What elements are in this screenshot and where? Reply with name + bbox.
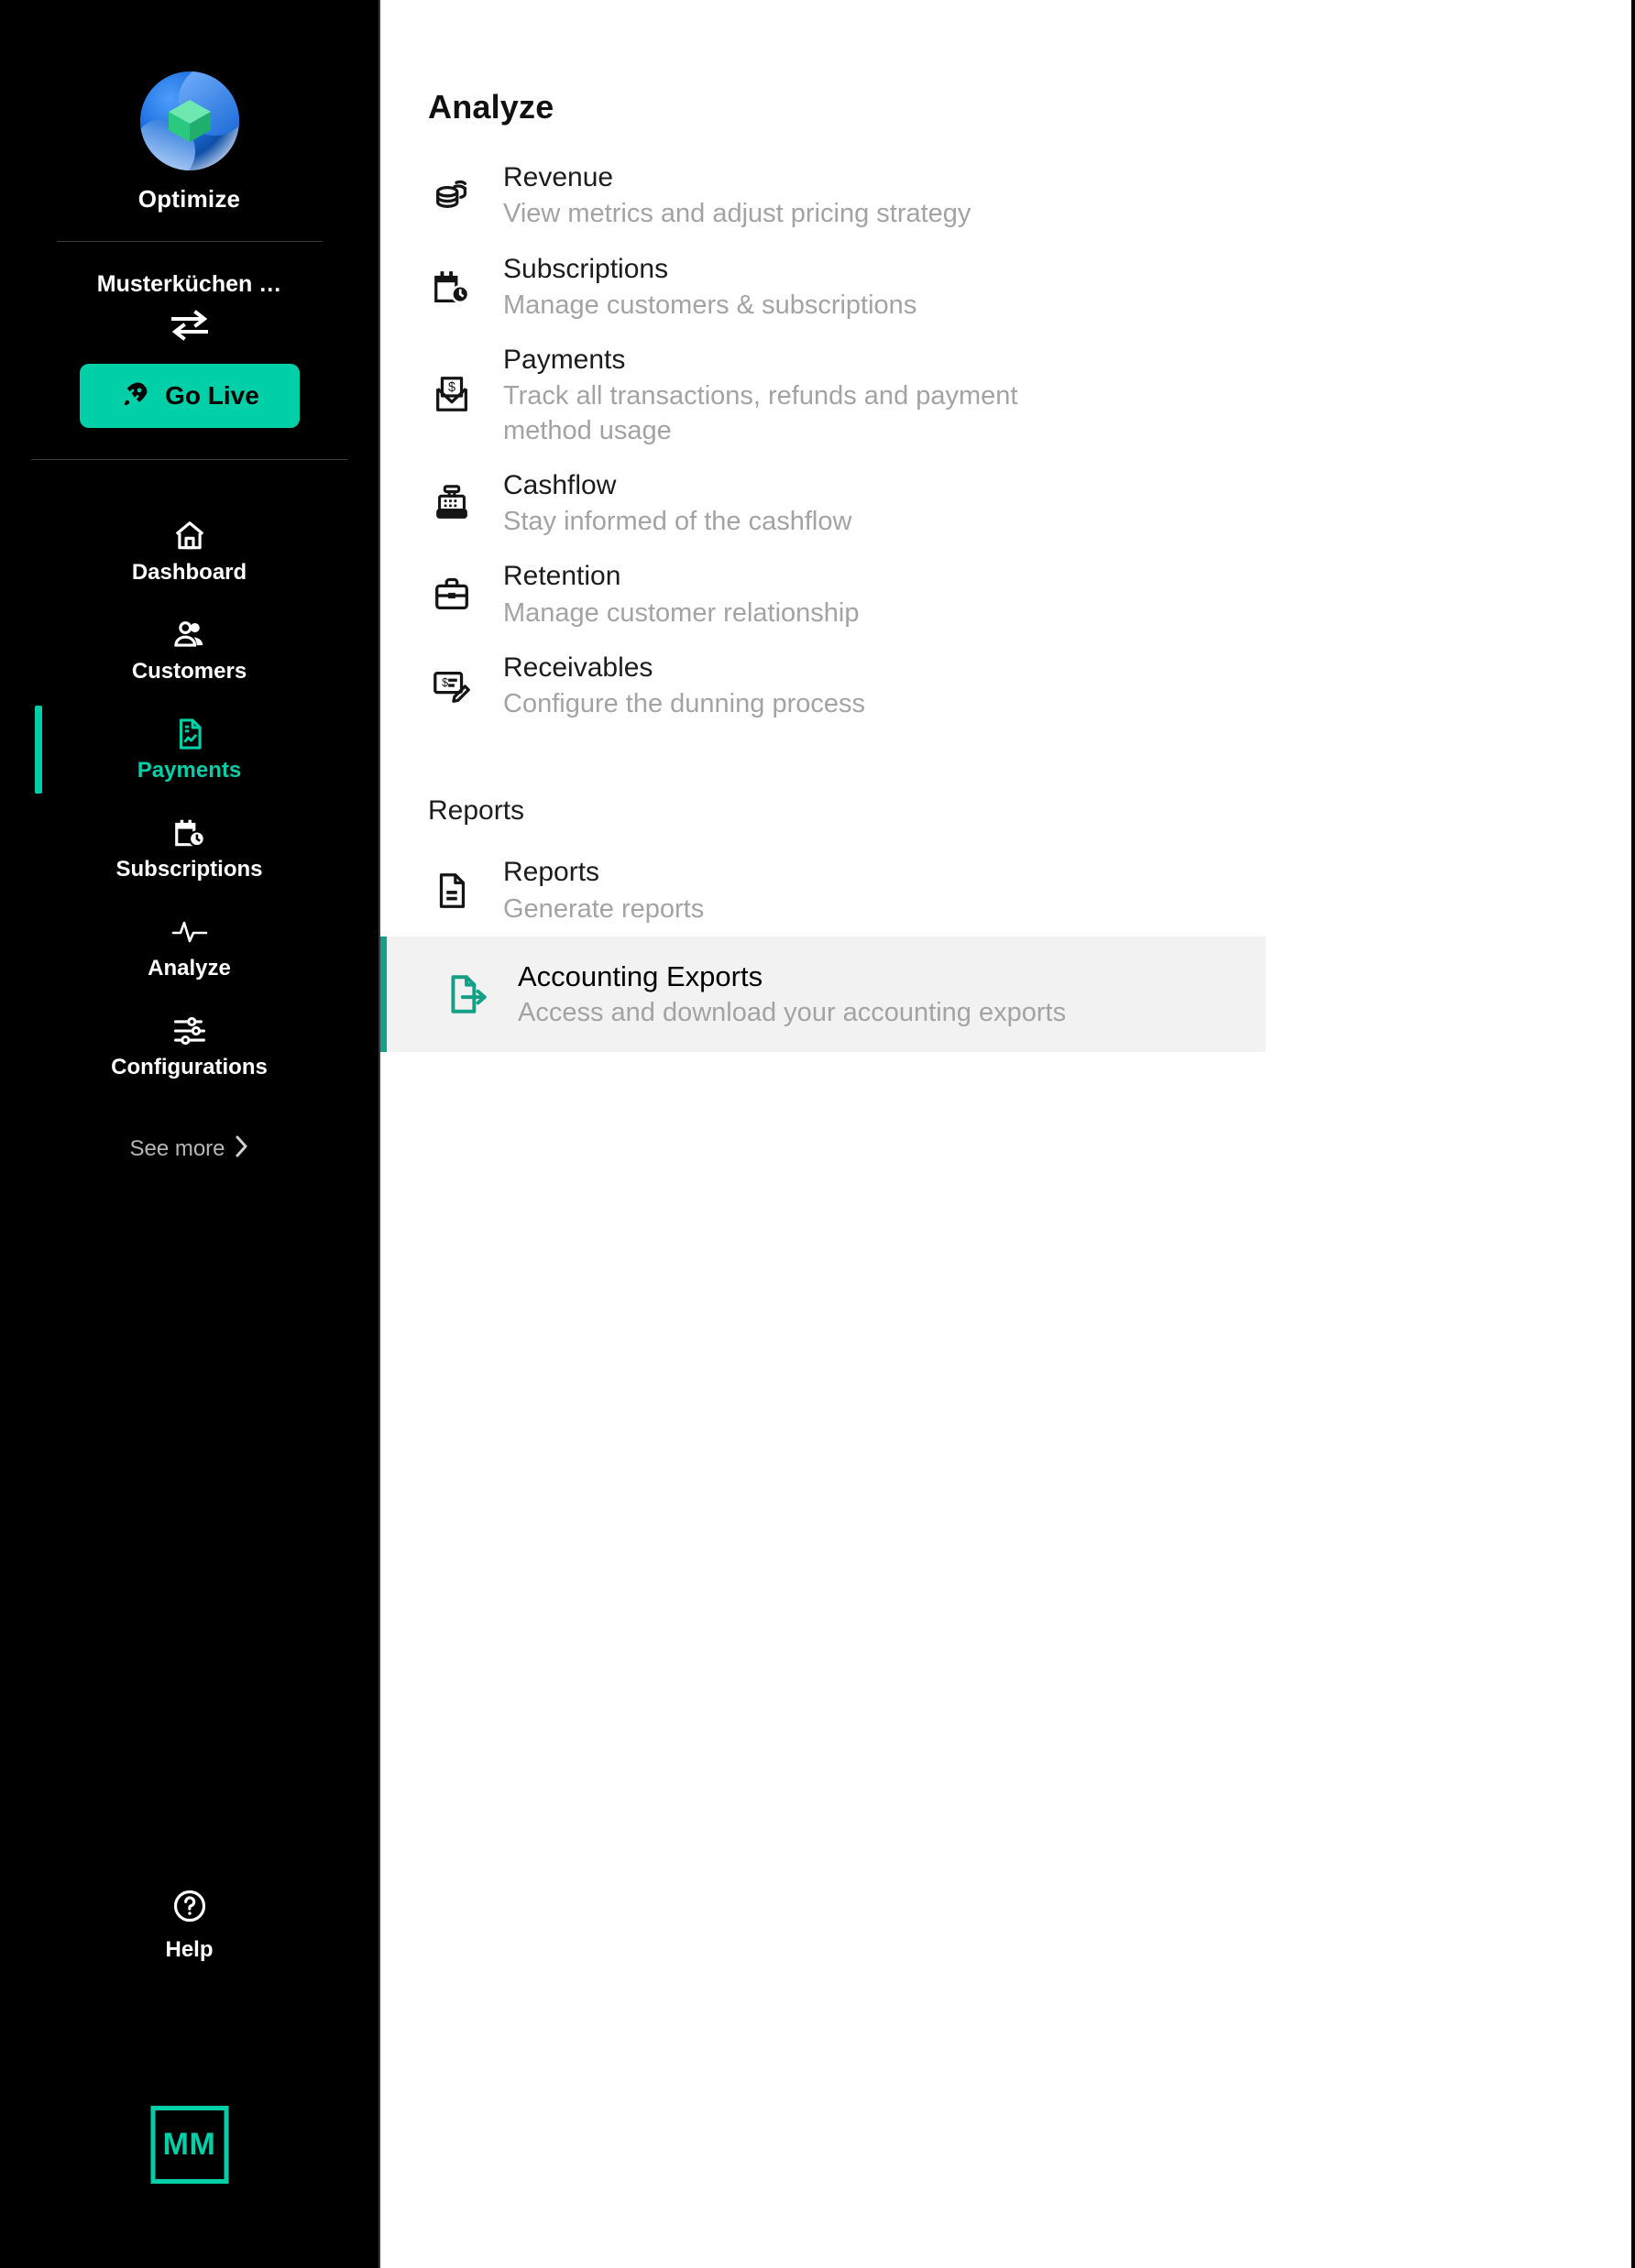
- sidebar-item-payments[interactable]: Payments: [0, 700, 379, 799]
- page-title: Analyze: [428, 88, 554, 126]
- sidebar-item-subscriptions[interactable]: Subscriptions: [0, 799, 379, 898]
- menu-item-desc: Track all transactions, refunds and paym…: [503, 381, 1018, 445]
- menu-item-desc: Manage customer relationship: [503, 597, 860, 628]
- briefcase-icon: [428, 574, 476, 616]
- menu-item-reports[interactable]: Reports Generate reports: [380, 845, 1370, 937]
- primary-nav: Dashboard Customers Payments Subscriptio…: [0, 502, 379, 1096]
- avatar-initials: MM: [162, 2127, 216, 2162]
- menu-item-subscriptions[interactable]: Subscriptions Manage customers & subscri…: [380, 242, 1370, 334]
- brand-name: Optimize: [137, 185, 241, 213]
- invoice-edit-icon: $: [428, 664, 476, 707]
- svg-text:$: $: [442, 677, 448, 690]
- menu-item-title: Revenue: [503, 162, 614, 192]
- avatar[interactable]: MM: [150, 2106, 228, 2184]
- menu-item-desc: Generate reports: [503, 893, 705, 924]
- go-live-label: Go Live: [165, 381, 259, 410]
- menu-item-desc: Access and download your accounting expo…: [518, 998, 1067, 1028]
- sidebar-item-label: Customers: [131, 658, 247, 684]
- coins-stack-icon: [428, 175, 476, 217]
- menu-item-desc: Manage customers & subscriptions: [503, 290, 917, 320]
- menu-item-title: Subscriptions: [503, 253, 669, 284]
- see-more-button[interactable]: See more: [129, 1134, 248, 1163]
- svg-text:$: $: [448, 380, 455, 395]
- payment-document-icon: [172, 717, 207, 751]
- menu-item-cashflow[interactable]: Cashflow Stay informed of the cashflow: [380, 458, 1370, 550]
- question-circle-icon: [171, 1888, 208, 1929]
- users-icon: [172, 618, 207, 652]
- menu-item-title: Payments: [503, 345, 626, 375]
- analyze-menu-list: Revenue View metrics and adjust pricing …: [380, 150, 1635, 731]
- app-window: Optimize Musterküchen … Go Live Dashboar…: [0, 0, 1635, 2268]
- brand-block: Optimize: [0, 0, 379, 214]
- sidebar-item-configurations[interactable]: Configurations: [0, 997, 379, 1096]
- see-more-label: See more: [129, 1135, 225, 1161]
- menu-item-title: Reports: [503, 857, 600, 888]
- home-icon: [172, 519, 207, 553]
- menu-item-title: Cashflow: [503, 469, 617, 500]
- optimize-logo-icon: [139, 71, 239, 170]
- menu-item-title: Receivables: [503, 652, 653, 683]
- menu-item-accounting-exports[interactable]: Accounting Exports Access and download y…: [380, 936, 1266, 1053]
- help-label: Help: [165, 1937, 214, 1962]
- pulse-icon: [171, 915, 208, 949]
- calendar-clock-icon: [428, 266, 476, 308]
- menu-item-payments[interactable]: $ Payments Track all transactions, refun…: [380, 333, 1370, 458]
- sidebar-item-dashboard[interactable]: Dashboard: [0, 502, 379, 601]
- section-label-reports: Reports: [428, 795, 525, 827]
- sidebar-item-label: Configurations: [111, 1054, 268, 1079]
- document-export-icon: [443, 971, 490, 1017]
- cube-glyph: [168, 100, 211, 142]
- menu-item-receivables[interactable]: $ Receivables Configure the dunning proc…: [380, 641, 1370, 732]
- cash-register-icon: [428, 482, 476, 524]
- help-button[interactable]: Help: [0, 1888, 379, 1963]
- calendar-clock-icon: [172, 816, 207, 850]
- sidebar-item-analyze[interactable]: Analyze: [0, 898, 379, 997]
- main-panel: Analyze Revenue View metrics and adjust: [380, 0, 1635, 2268]
- menu-item-title: Retention: [503, 561, 621, 592]
- menu-item-desc: Stay informed of the cashflow: [503, 507, 852, 536]
- divider-top: [56, 241, 323, 242]
- sidebar-item-label: Payments: [137, 757, 242, 783]
- menu-item-desc: View metrics and adjust pricing strategy: [503, 199, 971, 229]
- menu-item-retention[interactable]: Retention Manage customer relationship: [380, 549, 1370, 641]
- organization-name[interactable]: Musterküchen …: [97, 271, 281, 298]
- menu-item-title: Accounting Exports: [518, 959, 763, 992]
- sidebar-item-label: Subscriptions: [115, 856, 263, 882]
- switch-arrows-icon[interactable]: [169, 307, 211, 344]
- sidebar: Optimize Musterküchen … Go Live Dashboar…: [0, 0, 380, 2268]
- reports-menu-list: Reports Generate reports Accounting Expo…: [380, 845, 1635, 1053]
- sidebar-item-label: Analyze: [148, 955, 231, 981]
- envelope-dollar-icon: $: [428, 374, 476, 416]
- right-edge-strip: [1631, 0, 1635, 2268]
- sliders-icon: [172, 1013, 207, 1048]
- chevron-right-icon: [235, 1134, 249, 1163]
- sidebar-item-customers[interactable]: Customers: [0, 601, 379, 700]
- menu-item-revenue[interactable]: Revenue View metrics and adjust pricing …: [380, 150, 1370, 242]
- menu-item-desc: Configure the dunning process: [503, 689, 865, 718]
- go-live-button[interactable]: Go Live: [79, 364, 300, 428]
- sidebar-item-label: Dashboard: [131, 559, 247, 585]
- document-icon: [428, 870, 476, 912]
- rocket-icon: [119, 379, 150, 413]
- divider-nav: [31, 459, 347, 460]
